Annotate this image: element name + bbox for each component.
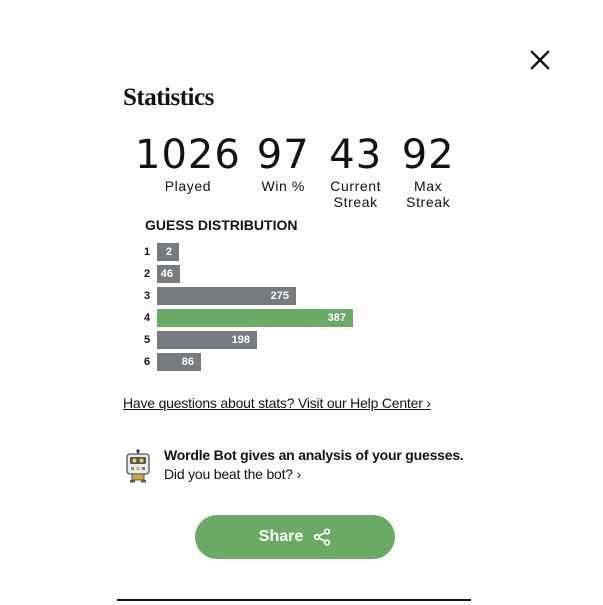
guess-number: 3: [144, 290, 151, 302]
page-title: Statistics: [123, 84, 214, 111]
distribution-row: 2 46: [144, 265, 474, 283]
guess-distribution: 1 2 2 46 3 275 4 387 5 198 6 86: [144, 243, 474, 375]
distribution-bar: 86: [157, 353, 201, 371]
bottom-divider: [117, 599, 471, 601]
stat-value: 97: [256, 132, 310, 178]
distribution-bar: 387: [157, 309, 353, 327]
guess-number: 6: [144, 356, 151, 368]
guess-number: 4: [144, 312, 151, 324]
distribution-bar: 198: [157, 331, 257, 349]
wordle-bot-icon: [125, 449, 151, 483]
stat-max-streak: 92 Max Streak: [402, 133, 455, 210]
stat-win-percent: 97 Win %: [257, 133, 310, 194]
wordle-bot-link[interactable]: Did you beat the bot? ›: [164, 466, 301, 482]
stat-value: 43: [329, 132, 383, 178]
stat-label: Win %: [261, 178, 305, 194]
wordle-bot-heading: Wordle Bot gives an analysis of your gue…: [164, 447, 464, 463]
stat-played: 1026 Played: [135, 133, 241, 194]
guess-number: 1: [144, 246, 151, 258]
stat-label: Current Streak: [330, 178, 382, 210]
help-center-link[interactable]: Have questions about stats? Visit our He…: [123, 395, 431, 411]
distribution-row: 12: [144, 243, 474, 261]
distribution-bar: 275: [157, 287, 296, 305]
share-icon: [314, 528, 331, 546]
distribution-row: 3 275: [144, 287, 474, 305]
distribution-row: 4 387: [144, 309, 474, 327]
distribution-bar: 46: [157, 265, 180, 283]
stat-label: Played: [164, 178, 212, 194]
distribution-bar: 2: [157, 243, 179, 261]
stat-value: 92: [401, 132, 455, 178]
close-button[interactable]: [528, 48, 552, 72]
guess-number: 5: [144, 334, 151, 346]
stat-current-streak: 43 Current Streak: [326, 133, 386, 210]
distribution-row: 6 86: [144, 353, 474, 371]
stats-container: 1026 Played 97 Win % 43 Current Streak 9…: [135, 133, 455, 210]
guess-distribution-title: GUESS DISTRIBUTION: [145, 217, 298, 233]
guess-number: 2: [144, 268, 151, 280]
stat-value: 1026: [135, 132, 241, 178]
close-icon: [530, 50, 550, 70]
share-label: Share: [258, 528, 304, 545]
stat-label: Max Streak: [406, 178, 451, 210]
share-button[interactable]: Share: [195, 515, 395, 559]
distribution-row: 5 198: [144, 331, 474, 349]
